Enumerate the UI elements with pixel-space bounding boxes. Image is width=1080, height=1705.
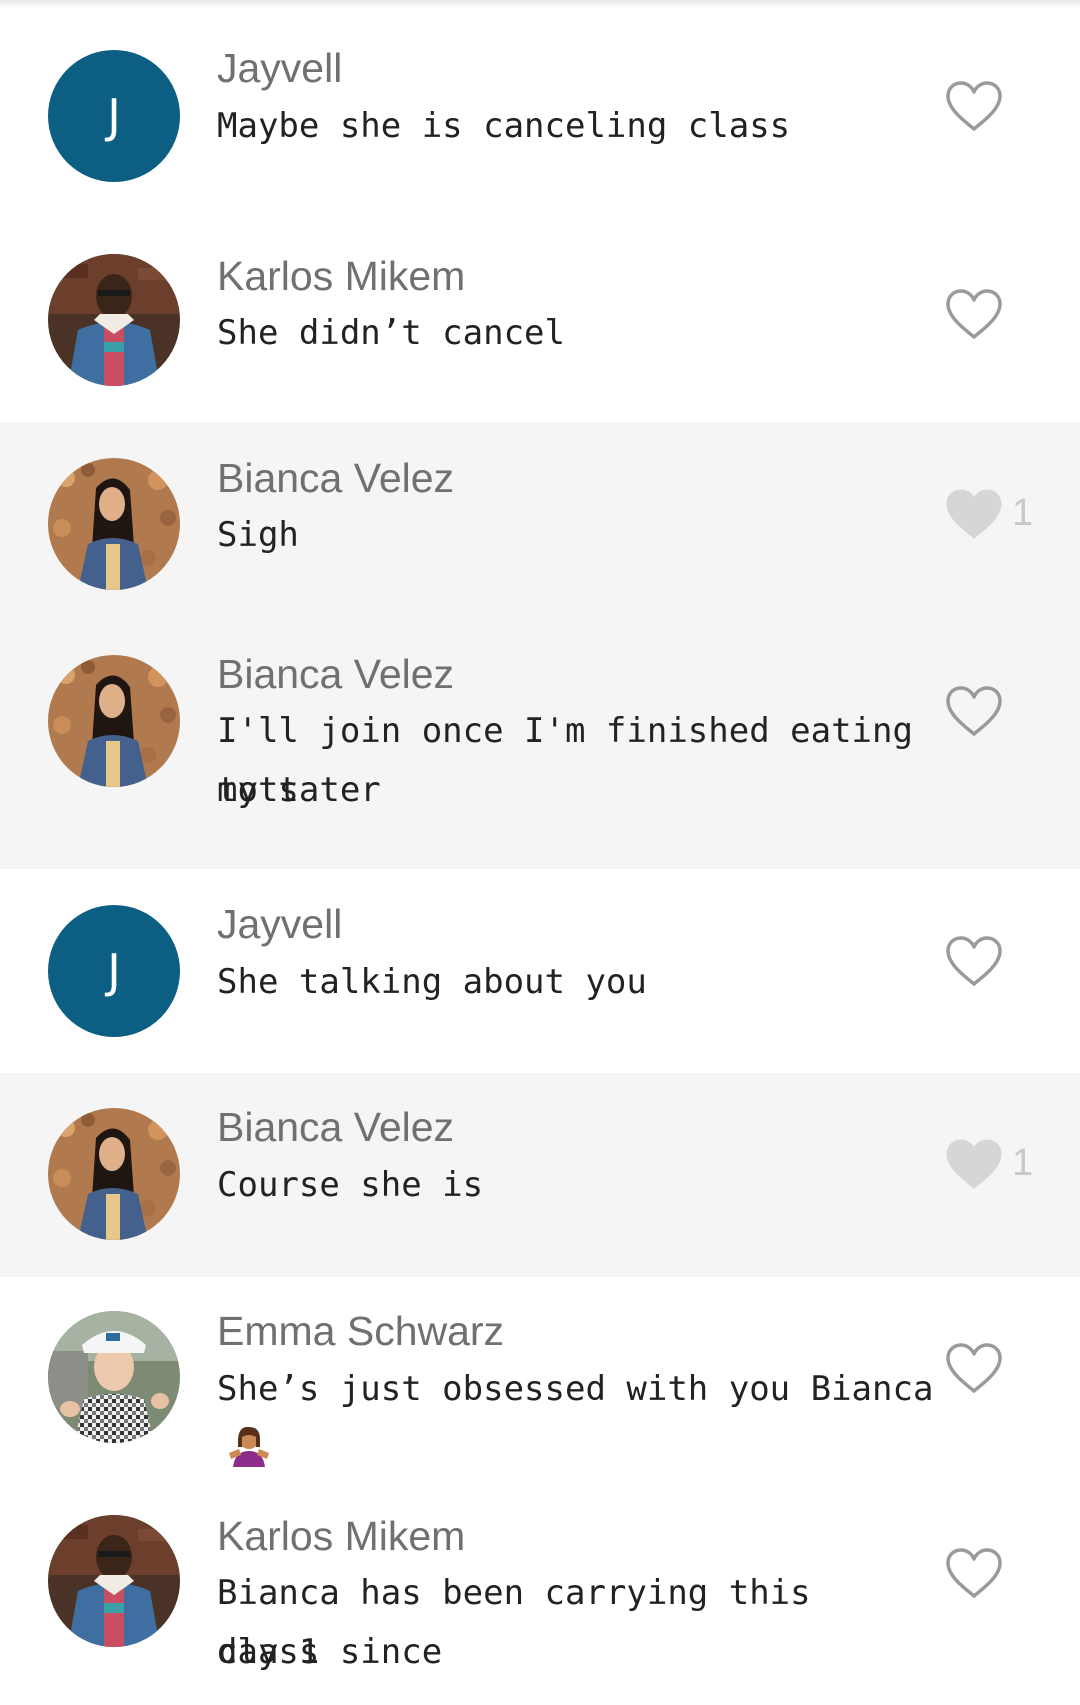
heart-outline-icon [946, 936, 1002, 986]
chat-message: Bianca Velez Sigh 1 [0, 422, 1080, 626]
like-button[interactable] [943, 933, 1005, 989]
author-name: Karlos Mikem [217, 1513, 466, 1559]
message-text: Course she is [217, 1165, 484, 1205]
person-shrugging-emoji [229, 1426, 269, 1467]
avatar[interactable] [48, 655, 180, 787]
heart-outline-icon [946, 1548, 1002, 1598]
chat-message: Karlos Mikem She didn’t cancel [0, 206, 1080, 422]
avatar[interactable]: J [48, 905, 180, 1037]
avatar-initial: J [107, 944, 121, 998]
avatar[interactable] [48, 1515, 180, 1647]
chat-message: Bianca Velez I'll join once I'm finished… [0, 626, 1080, 869]
like-button[interactable] [943, 683, 1005, 739]
message-text: Maybe she is canceling class [217, 106, 791, 146]
like-button[interactable] [943, 78, 1005, 134]
like-count: 1 [1012, 492, 1034, 534]
avatar-photo [48, 1108, 180, 1240]
author-name: Jayvell [217, 901, 343, 947]
avatar[interactable] [48, 1311, 180, 1443]
message-text-line: day 1 [217, 1632, 320, 1672]
message-text: She didn’t cancel [217, 313, 565, 353]
heart-outline-icon [946, 686, 1002, 736]
heart-outline-icon [946, 1343, 1002, 1393]
avatar-photo [48, 1311, 180, 1443]
heart-outline-icon [946, 81, 1002, 131]
author-name: Bianca Velez [217, 1104, 455, 1150]
message-text: Sigh [217, 515, 299, 555]
chat-message: J Jayvell Maybe she is canceling class [0, 0, 1080, 206]
avatar[interactable]: J [48, 50, 180, 182]
avatar-photo [48, 655, 180, 787]
chat-message-list[interactable]: J Jayvell Maybe she is canceling class K… [0, 0, 1080, 1701]
author-name: Jayvell [217, 45, 343, 91]
heart-filled-icon [946, 1139, 1002, 1189]
message-text-content: She’s just obsessed with you Bianca [217, 1369, 934, 1409]
avatar-photo [48, 458, 180, 590]
chat-message: Bianca Velez Course she is 1 [0, 1073, 1080, 1277]
chat-message: Karlos Mikem Bianca has been carrying th… [0, 1481, 1080, 1701]
heart-filled-icon [946, 489, 1002, 539]
like-button[interactable] [943, 486, 1005, 542]
avatar[interactable] [48, 254, 180, 386]
chat-message: Emma Schwarz She’s just obsessed with yo… [0, 1277, 1080, 1481]
author-name: Bianca Velez [217, 651, 455, 697]
message-text: She’s just obsessed with you Bianca [217, 1360, 937, 1478]
author-name: Bianca Velez [217, 455, 455, 501]
author-name: Karlos Mikem [217, 253, 466, 299]
message-text: She talking about you [217, 962, 647, 1002]
author-name: Emma Schwarz [217, 1308, 505, 1354]
message-text-line: tots [217, 770, 299, 810]
heart-outline-icon [946, 289, 1002, 339]
like-button[interactable] [943, 1545, 1005, 1601]
like-count: 1 [1012, 1142, 1034, 1184]
like-button[interactable] [943, 1340, 1005, 1396]
avatar[interactable] [48, 458, 180, 590]
avatar[interactable] [48, 1108, 180, 1240]
like-button[interactable] [943, 286, 1005, 342]
avatar-initial: J [107, 89, 121, 143]
chat-message: J Jayvell She talking about you [0, 869, 1080, 1073]
avatar-photo [48, 1515, 180, 1647]
like-button[interactable] [943, 1136, 1005, 1192]
avatar-photo [48, 254, 180, 386]
